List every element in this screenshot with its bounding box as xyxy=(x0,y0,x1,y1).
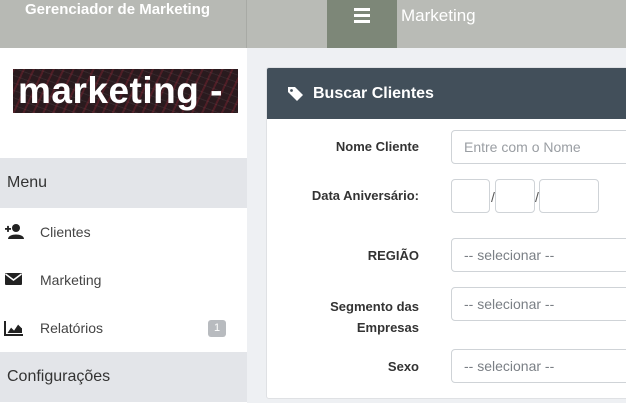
sidebar-section-configuracoes[interactable]: Configurações xyxy=(0,352,247,402)
regiao-select[interactable]: -- selecionar -- xyxy=(451,238,626,272)
sidebar-section-menu: Menu xyxy=(0,158,247,208)
sidebar-item-clientes[interactable]: Clientes xyxy=(0,208,247,256)
page-title: Marketing xyxy=(401,6,476,25)
segmento-label: Segmento das Empresas xyxy=(330,299,419,335)
brand-title[interactable]: Gerenciador de Marketing xyxy=(25,1,210,18)
count-badge: 1 xyxy=(208,320,226,337)
top-bar: Gerenciador de Marketing Marketing xyxy=(0,0,626,48)
sidebar-item-marketing[interactable]: Marketing xyxy=(0,256,247,304)
nome-cliente-label: Nome Cliente xyxy=(335,139,419,154)
segmento-select[interactable]: -- selecionar -- xyxy=(451,287,626,321)
sidebar-item-label: Marketing xyxy=(40,272,102,288)
add-user-icon xyxy=(4,223,24,241)
envelope-icon xyxy=(4,271,24,289)
menu-toggle-button[interactable] xyxy=(327,0,397,48)
sidebar-item-label: Relatórios xyxy=(40,320,104,336)
sexo-select[interactable]: -- selecionar -- xyxy=(451,349,626,383)
month-input[interactable] xyxy=(495,179,535,213)
sidebar-item-label: Clientes xyxy=(40,224,91,240)
sidebar: marketing - Menu Clientes Marketing Rela… xyxy=(0,48,247,403)
area-chart-icon xyxy=(4,319,24,337)
marketing-logo: marketing - xyxy=(13,69,238,113)
tag-icon xyxy=(287,86,305,102)
sidebar-item-relatorios[interactable]: Relatórios 1 xyxy=(0,304,247,352)
nome-cliente-input[interactable] xyxy=(451,130,626,164)
year-input[interactable] xyxy=(539,179,599,213)
search-clients-panel: Buscar Clientes Nome Cliente Data Aniver… xyxy=(266,67,626,399)
day-input[interactable] xyxy=(451,179,490,213)
sexo-label: Sexo xyxy=(387,359,419,374)
regiao-label: REGIÃO xyxy=(367,248,419,263)
panel-header: Buscar Clientes xyxy=(267,68,626,119)
brand-area: Gerenciador de Marketing xyxy=(0,0,247,48)
panel-title: Buscar Clientes xyxy=(313,85,434,102)
data-aniversario-label: Data Aniversário: xyxy=(311,188,419,203)
